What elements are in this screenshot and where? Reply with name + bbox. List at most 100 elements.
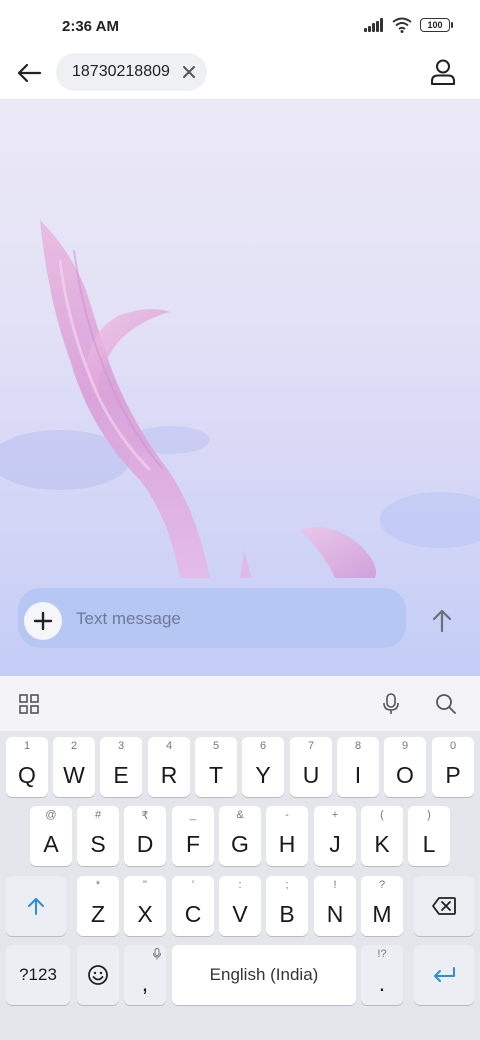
- key-hint: *: [95, 879, 101, 891]
- status-time: 2:36 AM: [62, 18, 119, 35]
- key-hint: ": [143, 879, 147, 891]
- period-label: .: [378, 970, 386, 996]
- send-arrow-icon[interactable]: [426, 605, 458, 637]
- keyboard: 1Q 2W 3E 4R 5T 6Y 7U 8I 9O 0P @ A # S ₹ D _…: [0, 731, 480, 1040]
- key-hint: ;: [285, 879, 289, 891]
- key-v[interactable]: :V: [219, 876, 261, 936]
- period-key[interactable]: !? .: [361, 945, 403, 1005]
- key-label: V: [232, 901, 248, 927]
- key-hint: :: [238, 879, 242, 891]
- key-label: D: [136, 831, 154, 857]
- key-k[interactable]: (K: [361, 806, 403, 866]
- key-hint: -: [285, 809, 289, 821]
- key-b[interactable]: ; B: [266, 876, 308, 936]
- key-label: Z: [90, 901, 106, 927]
- key-label: H: [278, 831, 296, 857]
- key-label: L: [422, 831, 436, 857]
- enter-key[interactable]: [414, 945, 474, 1005]
- key-label: I: [354, 762, 362, 788]
- key-hint: 5: [212, 740, 220, 752]
- emoji-key[interactable]: [77, 945, 119, 1005]
- shift-arrow-icon: [28, 898, 44, 915]
- plus-icon: [33, 611, 53, 631]
- key-f[interactable]: _ F: [172, 806, 214, 866]
- keyboard-toolbar: [0, 676, 480, 731]
- key-c[interactable]: ' C: [172, 876, 214, 936]
- period-hint: !?: [377, 948, 387, 960]
- back-arrow-icon[interactable]: [12, 56, 46, 90]
- key-j[interactable]: + J: [314, 806, 356, 866]
- signal-icon: [364, 18, 384, 32]
- emoji-icon: [88, 965, 108, 985]
- symbols-key[interactable]: ?123: [6, 945, 70, 1005]
- key-hint: 3: [117, 740, 125, 752]
- key-label: S: [90, 831, 106, 857]
- key-a[interactable]: @ A: [30, 806, 72, 866]
- key-hint: ₹: [141, 810, 149, 822]
- key-label: C: [184, 901, 202, 927]
- status-bar: 2:36 AM 100: [0, 0, 480, 50]
- key-e[interactable]: 3E: [100, 737, 142, 797]
- key-label: A: [43, 831, 59, 857]
- key-label: O: [396, 762, 414, 788]
- key-label: U: [302, 762, 320, 788]
- key-z[interactable]: * Z: [77, 876, 119, 936]
- key-m[interactable]: ? M: [361, 876, 403, 936]
- key-n[interactable]: ! N: [314, 876, 356, 936]
- key-label: T: [208, 762, 224, 788]
- battery-icon: 100: [420, 18, 453, 32]
- key-label: N: [326, 901, 344, 927]
- key-q[interactable]: 1Q: [6, 737, 48, 797]
- status-icons: 100: [364, 17, 453, 33]
- mic-hint-icon: [153, 948, 161, 960]
- key-hint: (: [380, 809, 384, 821]
- key-r[interactable]: 4R: [148, 737, 190, 797]
- key-label: W: [63, 762, 85, 788]
- key-u[interactable]: 7U: [290, 737, 332, 797]
- key-label: E: [113, 762, 129, 788]
- key-hint: &: [236, 809, 244, 821]
- recipient-chip[interactable]: 18730218809: [56, 53, 207, 91]
- key-hint: !: [333, 879, 337, 891]
- key-hint: 7: [307, 740, 315, 752]
- battery-level: 100: [427, 20, 443, 30]
- space-key[interactable]: English (India): [172, 945, 356, 1005]
- key-x[interactable]: " X: [124, 876, 166, 936]
- key-d[interactable]: ₹ D: [124, 806, 166, 866]
- key-label: K: [374, 831, 390, 857]
- add-attachment-button[interactable]: [24, 602, 62, 640]
- key-p[interactable]: 0P: [432, 737, 474, 797]
- key-w[interactable]: 2W: [53, 737, 95, 797]
- key-h[interactable]: -H: [266, 806, 308, 866]
- key-hint: 4: [165, 740, 173, 752]
- microphone-icon[interactable]: [380, 692, 402, 716]
- key-label: X: [137, 901, 153, 927]
- shift-key[interactable]: [6, 876, 66, 936]
- comma-label: ,: [141, 970, 149, 996]
- space-label: English (India): [209, 965, 319, 984]
- key-hint: ): [427, 809, 431, 821]
- grid-icon[interactable]: [18, 693, 40, 715]
- comma-key[interactable]: ,: [124, 945, 166, 1005]
- key-y[interactable]: 6Y: [242, 737, 284, 797]
- key-label: F: [185, 831, 201, 857]
- close-icon[interactable]: [181, 64, 197, 80]
- key-t[interactable]: 5T: [195, 737, 237, 797]
- key-g[interactable]: & G: [219, 806, 261, 866]
- key-s[interactable]: # S: [77, 806, 119, 866]
- backspace-key[interactable]: [414, 876, 474, 936]
- compose-input[interactable]: Text message: [18, 588, 406, 648]
- key-hint: 1: [23, 740, 31, 752]
- key-i[interactable]: 8I: [337, 737, 379, 797]
- key-hint: 6: [259, 740, 267, 752]
- enter-icon: [434, 967, 455, 982]
- key-l[interactable]: ) L: [408, 806, 450, 866]
- key-hint: _: [189, 809, 197, 821]
- key-hint: @: [45, 809, 57, 821]
- key-o[interactable]: 9O: [384, 737, 426, 797]
- backspace-icon: [432, 897, 456, 915]
- search-icon[interactable]: [434, 692, 458, 716]
- contact-icon[interactable]: [430, 58, 456, 86]
- key-hint: ': [191, 879, 195, 891]
- key-hint: 0: [449, 740, 457, 752]
